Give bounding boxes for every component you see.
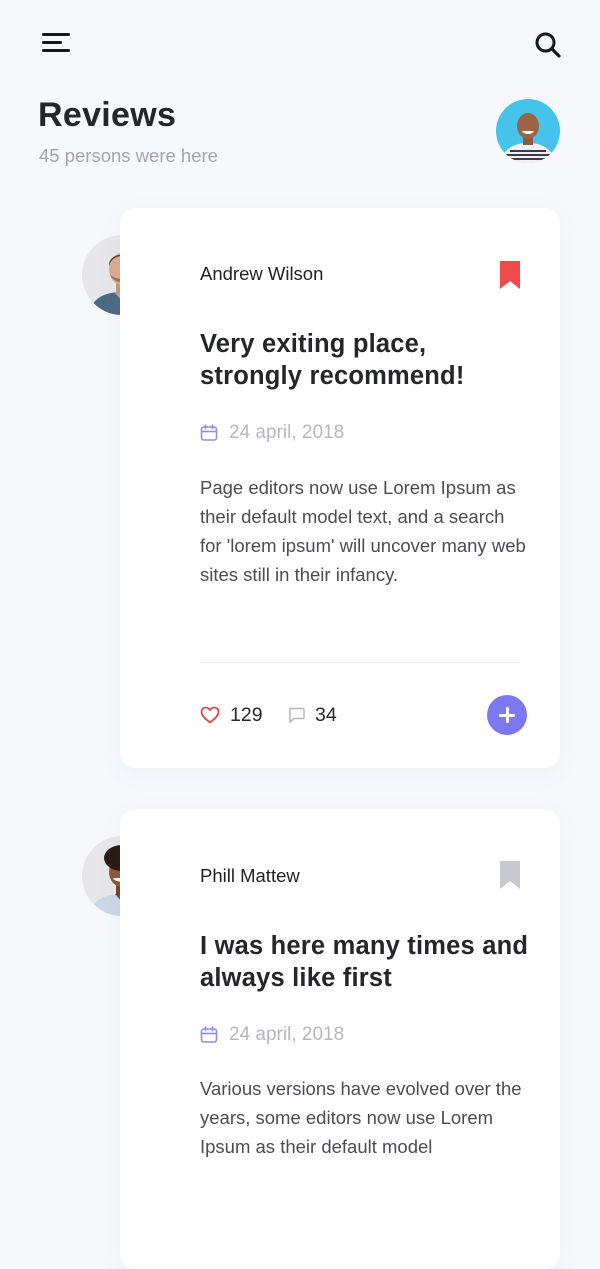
review-date: 24 april, 2018 [200, 1023, 344, 1047]
divider [200, 662, 520, 663]
likes-button[interactable]: 129 [200, 701, 263, 729]
author-name: Andrew Wilson [200, 263, 324, 284]
calendar-icon [200, 1026, 218, 1043]
bookmark-button[interactable] [498, 860, 522, 890]
top-bar [0, 0, 600, 90]
bookmark-button[interactable] [498, 260, 522, 290]
comments-count: 34 [315, 703, 337, 726]
date-text: 24 april, 2018 [229, 422, 345, 443]
page-subtitle: 45 persons were here [39, 145, 218, 166]
review-body: Various versions have evolved over the y… [200, 1078, 522, 1157]
bookmark-icon [500, 261, 520, 289]
menu-icon-line [42, 49, 70, 52]
likes-count: 129 [230, 703, 263, 726]
comments-button[interactable]: 34 [288, 701, 337, 729]
search-icon [535, 32, 561, 58]
review-title: Very exiting place, strongly recommend! [200, 330, 465, 390]
menu-icon-line [42, 41, 62, 44]
review-card: Andrew Wilson Very exiting place, strong… [120, 208, 560, 768]
bookmark-icon [500, 861, 520, 889]
heart-icon [200, 706, 220, 724]
review-card: Phill Mattew I was here many times and a… [120, 809, 560, 1269]
profile-avatar[interactable] [496, 99, 560, 163]
author-name: Phill Mattew [200, 865, 300, 886]
profile-avatar-image [496, 99, 560, 163]
add-button[interactable] [487, 695, 527, 735]
date-text: 24 april, 2018 [229, 1024, 345, 1045]
menu-button[interactable] [38, 30, 74, 58]
comment-icon [289, 707, 305, 723]
search-button[interactable] [531, 28, 565, 62]
calendar-icon [200, 424, 218, 441]
review-body: Page editors now use Lorem Ipsum as thei… [200, 477, 526, 585]
page-title: Reviews [38, 96, 177, 134]
review-date: 24 april, 2018 [200, 421, 344, 445]
menu-icon [42, 33, 70, 36]
review-title: I was here many times and always like fi… [200, 932, 529, 992]
